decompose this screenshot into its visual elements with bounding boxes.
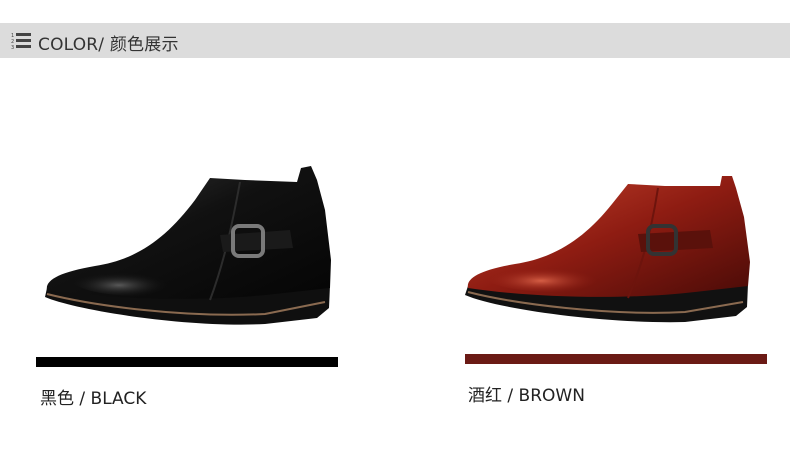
- numbered-list-icon: 1 2 3: [11, 33, 31, 49]
- svg-text:3: 3: [11, 45, 14, 49]
- brown-color-bar: [465, 354, 767, 364]
- black-color-bar: [36, 357, 338, 367]
- black-color-label: 黑色 / BLACK: [40, 389, 147, 409]
- black-boot-image: [45, 166, 332, 325]
- page-title: COLOR/ 颜色展示: [38, 35, 179, 55]
- section-header: 1 2 3 COLOR/ 颜色展示: [0, 23, 790, 58]
- brown-color-label: 酒红 / BROWN: [468, 386, 585, 406]
- brown-boot-image: [465, 176, 750, 323]
